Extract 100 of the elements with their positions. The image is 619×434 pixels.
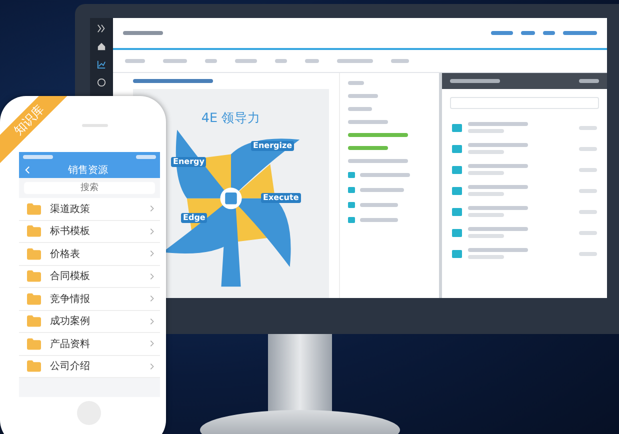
blurred-text bbox=[348, 94, 378, 98]
file-icon bbox=[452, 166, 462, 174]
chevron-right-icon bbox=[150, 295, 154, 302]
folder-icon bbox=[27, 225, 41, 238]
chevron-right-icon bbox=[150, 318, 154, 325]
poster-title: 4E 领导力 bbox=[201, 110, 261, 126]
folder-name: 公司介绍 bbox=[50, 360, 91, 374]
petal-label: Energize bbox=[251, 141, 294, 151]
clock-icon[interactable] bbox=[97, 78, 106, 87]
folder-item[interactable]: 渠道政策 bbox=[19, 198, 160, 220]
blurred-text bbox=[205, 59, 217, 63]
blurred-text bbox=[360, 218, 398, 222]
blurred-text bbox=[468, 213, 504, 217]
folder-name: 成功案例 bbox=[50, 314, 91, 328]
blurred-text bbox=[468, 248, 528, 252]
blurred-text bbox=[491, 31, 513, 35]
folder-icon bbox=[27, 248, 41, 260]
blurred-text bbox=[579, 252, 597, 256]
blurred-text bbox=[391, 59, 409, 63]
folder-name: 渠道政策 bbox=[50, 202, 91, 216]
blurred-text bbox=[275, 59, 287, 63]
folder-name: 价格表 bbox=[50, 248, 81, 261]
blurred-text bbox=[360, 173, 410, 177]
home-icon[interactable] bbox=[97, 42, 106, 51]
petal-label: Energy bbox=[171, 157, 206, 167]
file-icon bbox=[452, 250, 462, 258]
blurred-text bbox=[579, 146, 597, 150]
chart-icon[interactable] bbox=[97, 60, 106, 69]
folder-item[interactable]: 产品资料 bbox=[19, 333, 160, 356]
folder-item[interactable]: 合同模板 bbox=[19, 266, 160, 288]
blurred-text bbox=[23, 155, 53, 159]
folder-name: 标书模板 bbox=[50, 224, 91, 238]
blurred-text bbox=[579, 210, 597, 214]
file-icon bbox=[452, 186, 462, 194]
petal-label: Execute bbox=[261, 193, 301, 203]
blurred-text bbox=[163, 59, 187, 63]
blurred-text bbox=[579, 126, 597, 130]
blurred-text bbox=[468, 255, 504, 259]
blurred-text bbox=[136, 155, 156, 159]
blurred-text bbox=[468, 122, 528, 126]
blurred-text bbox=[468, 129, 504, 133]
screen-title: 销售资源 bbox=[67, 164, 109, 177]
folder-name: 产品资料 bbox=[50, 338, 91, 351]
blurred-text bbox=[579, 188, 597, 192]
blurred-text bbox=[123, 31, 163, 35]
blurred-text bbox=[468, 206, 528, 210]
folder-item[interactable]: 价格表 bbox=[19, 243, 160, 266]
chevron-right-icon bbox=[150, 272, 154, 280]
blurred-text bbox=[468, 143, 528, 147]
blurred-text bbox=[305, 59, 319, 63]
chevron-right-icon bbox=[150, 250, 154, 258]
folder-icon bbox=[27, 270, 41, 282]
chevron-right-icon bbox=[150, 228, 154, 235]
folder-icon bbox=[27, 292, 41, 305]
file-icon bbox=[452, 144, 462, 152]
blurred-text bbox=[579, 79, 599, 83]
chevron-right-icon bbox=[150, 205, 154, 212]
folder-icon bbox=[27, 360, 41, 372]
file-icon bbox=[452, 124, 462, 132]
blurred-text bbox=[521, 31, 535, 35]
blurred-text bbox=[468, 227, 528, 231]
file-icon bbox=[348, 187, 355, 193]
blurred-text bbox=[563, 31, 597, 35]
blurred-text bbox=[348, 133, 408, 137]
folder-icon bbox=[27, 338, 41, 350]
chevron-right-icon bbox=[150, 362, 154, 370]
blurred-text bbox=[579, 168, 597, 172]
blurred-text bbox=[348, 146, 388, 150]
folder-item[interactable]: 成功案例 bbox=[19, 310, 160, 333]
file-icon bbox=[348, 202, 355, 208]
blurred-text bbox=[543, 31, 555, 35]
file-icon bbox=[348, 172, 355, 178]
back-icon[interactable] bbox=[25, 166, 30, 174]
file-icon bbox=[348, 217, 355, 223]
folder-icon bbox=[27, 202, 41, 215]
folder-name: 竞争情报 bbox=[50, 292, 91, 306]
chevron-right-icon bbox=[150, 340, 154, 348]
expand-icon bbox=[97, 24, 106, 33]
blurred-text bbox=[468, 164, 528, 168]
blurred-text bbox=[125, 59, 145, 63]
file-icon bbox=[452, 208, 462, 216]
blurred-text bbox=[450, 79, 500, 83]
blurred-text bbox=[348, 107, 372, 111]
blurred-text bbox=[468, 171, 504, 175]
blurred-text bbox=[348, 81, 364, 85]
folder-name: 合同模板 bbox=[50, 270, 91, 284]
file-icon bbox=[452, 228, 462, 236]
folder-item[interactable]: 标书模板 bbox=[19, 220, 160, 243]
blurred-text bbox=[235, 59, 257, 63]
petal-label: Edge bbox=[181, 213, 208, 223]
folder-item[interactable]: 竞争情报 bbox=[19, 288, 160, 310]
blurred-text bbox=[468, 185, 528, 189]
blurred-text bbox=[468, 192, 504, 196]
blurred-text bbox=[579, 230, 597, 234]
search-field[interactable]: 搜索 bbox=[24, 182, 155, 194]
folder-item[interactable]: 公司介绍 bbox=[19, 356, 160, 378]
blurred-text bbox=[337, 59, 373, 63]
blurred-text bbox=[360, 203, 398, 207]
blurred-text bbox=[348, 159, 408, 163]
blurred-text bbox=[468, 150, 504, 154]
